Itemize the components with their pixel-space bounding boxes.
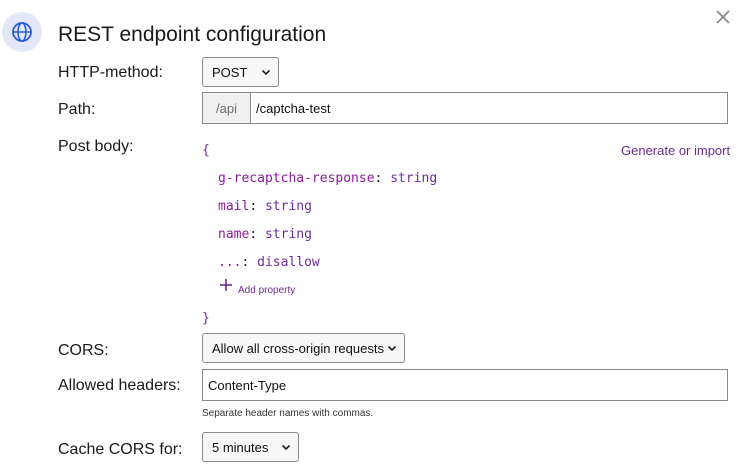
property-colon: : (249, 199, 258, 214)
property-colon: : (241, 255, 250, 270)
property-row[interactable]: mail: string (218, 199, 312, 214)
allowed-headers-input[interactable] (202, 369, 728, 401)
path-prefix: /api (202, 92, 250, 124)
generate-or-import-link[interactable]: Generate or import (621, 143, 730, 158)
dialog-title: REST endpoint configuration (58, 23, 327, 46)
allowed-headers-help: Separate header names with commas. (202, 408, 374, 419)
globe-icon (12, 22, 32, 42)
open-brace: { (202, 143, 210, 158)
add-property-label: Add property (238, 285, 296, 296)
property-key: mail (218, 199, 250, 214)
path-label: Path: (58, 101, 96, 118)
post-body-label: Post body: (58, 138, 134, 155)
http-method-value: POST (212, 64, 248, 80)
property-row[interactable]: name: string (218, 227, 312, 242)
property-type[interactable]: disallow (257, 255, 320, 270)
property-colon: : (374, 171, 383, 186)
cors-value: Allow all cross-origin requests (212, 340, 384, 356)
add-property-button[interactable]: Add property (219, 276, 295, 296)
property-colon: : (249, 227, 258, 242)
cache-cors-value: 5 minutes (212, 439, 269, 455)
cache-cors-label: Cache CORS for: (58, 441, 183, 458)
cors-select[interactable]: Allow all cross-origin requests (202, 333, 405, 363)
http-method-select[interactable]: POST (202, 57, 279, 87)
plus-icon (220, 279, 232, 291)
http-method-label: HTTP-method: (58, 64, 163, 81)
property-key: g-recaptcha-response (218, 171, 375, 186)
property-row[interactable]: ...: disallow (218, 255, 320, 270)
cors-label: CORS: (58, 342, 109, 359)
property-type[interactable]: string (265, 199, 312, 214)
chevron-down-icon (281, 444, 291, 451)
close-brace: } (202, 311, 210, 326)
property-key: ... (218, 255, 242, 270)
cache-cors-select[interactable]: 5 minutes (202, 432, 299, 462)
allowed-headers-label: Allowed headers: (58, 377, 181, 394)
chevron-down-icon (261, 69, 271, 76)
property-type[interactable]: string (265, 227, 312, 242)
property-key: name (218, 227, 250, 242)
property-row[interactable]: g-recaptcha-response: string (218, 171, 437, 186)
chevron-down-icon (387, 345, 397, 352)
close-icon (716, 10, 730, 24)
path-input[interactable] (250, 92, 728, 124)
close-button[interactable] (712, 6, 734, 28)
property-type[interactable]: string (390, 171, 437, 186)
globe-badge (2, 12, 42, 52)
